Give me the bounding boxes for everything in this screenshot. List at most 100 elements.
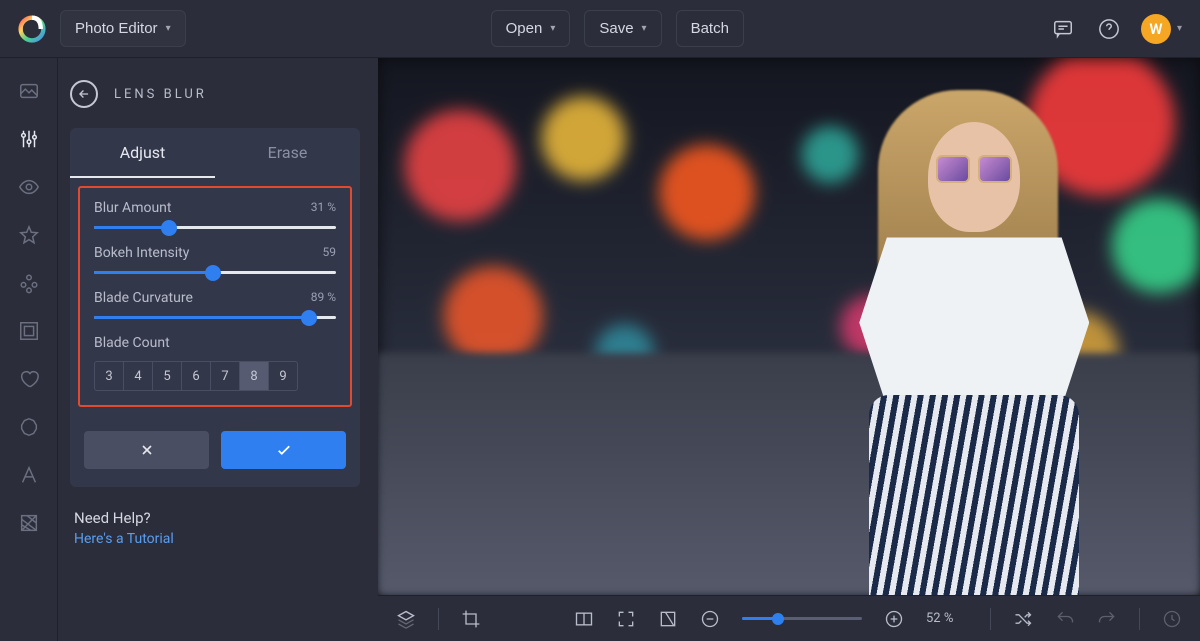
open-dropdown[interactable]: Open ▾ [491, 10, 571, 47]
slider-thumb[interactable] [161, 220, 177, 236]
help-tutorial-link[interactable]: Here's a Tutorial [74, 531, 360, 547]
fit-screen-icon[interactable] [616, 609, 636, 629]
chevron-down-icon: ▾ [642, 23, 647, 34]
bottom-toolbar: 52 % [378, 595, 1200, 641]
gear-icon[interactable] [18, 416, 40, 438]
header-right: W ▾ [1049, 14, 1182, 44]
blade-count-options: 3456789 [94, 361, 336, 391]
zoom-thumb[interactable] [772, 613, 784, 625]
photo-pants [869, 395, 1079, 595]
chevron-down-icon: ▾ [166, 23, 171, 34]
redo-icon[interactable] [1097, 609, 1117, 629]
image-canvas[interactable] [378, 58, 1200, 595]
close-icon [139, 442, 155, 458]
slider-thumb[interactable] [301, 310, 317, 326]
blur-amount-slider[interactable] [94, 226, 336, 229]
lens-blur-card: Adjust Erase Blur Amount 31 % B [70, 128, 360, 487]
actual-size-icon[interactable] [658, 609, 678, 629]
blade-option-6[interactable]: 6 [181, 361, 211, 391]
app-header: Photo Editor ▾ Open ▾ Save ▾ Batch W ▾ [0, 0, 1200, 58]
chat-icon[interactable] [1049, 15, 1077, 43]
adjust-controls-highlight: Blur Amount 31 % Bokeh Intensity 59 [78, 186, 352, 407]
blade-curvature-label: Blade Curvature [94, 290, 193, 306]
blade-option-9[interactable]: 9 [268, 361, 298, 391]
text-icon[interactable] [18, 464, 40, 486]
blade-option-5[interactable]: 5 [152, 361, 182, 391]
shuffle-icon[interactable] [1013, 609, 1033, 629]
help-icon[interactable] [1095, 15, 1123, 43]
undo-icon[interactable] [1055, 609, 1075, 629]
bokeh-intensity-slider[interactable] [94, 271, 336, 274]
batch-label: Batch [691, 20, 729, 37]
texture-icon[interactable] [18, 512, 40, 534]
tab-adjust[interactable]: Adjust [70, 128, 215, 178]
panel-title: LENS BLUR [114, 87, 207, 102]
zoom-value: 52 % [926, 611, 968, 626]
chevron-down-icon[interactable]: ▾ [1177, 23, 1182, 34]
save-dropdown[interactable]: Save ▾ [584, 10, 661, 47]
frame-icon[interactable] [18, 320, 40, 342]
chevron-down-icon: ▾ [550, 23, 555, 34]
layers-icon[interactable] [396, 609, 416, 629]
blade-count-group: Blade Count 3456789 [94, 335, 336, 391]
zoom-out-icon[interactable] [700, 609, 720, 629]
bokeh-intensity-value: 59 [323, 245, 337, 261]
compare-icon[interactable] [574, 609, 594, 629]
divider [1139, 608, 1140, 630]
sliders-icon[interactable] [18, 128, 40, 150]
blade-option-7[interactable]: 7 [210, 361, 240, 391]
slider-fill [94, 271, 213, 274]
canvas-area: 52 % [378, 58, 1200, 641]
slider-fill [94, 316, 309, 319]
tool-rail [0, 58, 58, 641]
slider-thumb[interactable] [205, 265, 221, 281]
blur-amount-label: Blur Amount [94, 200, 172, 216]
batch-button[interactable]: Batch [676, 10, 744, 47]
apply-button[interactable] [221, 431, 346, 469]
panel-header: LENS BLUR [70, 80, 360, 108]
help-title: Need Help? [74, 509, 360, 527]
cancel-button[interactable] [84, 431, 209, 469]
main-area: LENS BLUR Adjust Erase Blur Amount 31 % [0, 58, 1200, 641]
image-icon[interactable] [18, 80, 40, 102]
blade-option-4[interactable]: 4 [123, 361, 153, 391]
blur-amount-row: Blur Amount 31 % [94, 200, 336, 229]
eye-icon[interactable] [18, 176, 40, 198]
blade-option-8[interactable]: 8 [239, 361, 269, 391]
save-label: Save [599, 20, 633, 37]
avatar-initial: W [1149, 20, 1162, 38]
photo-sunglasses [931, 155, 1017, 185]
side-panel: LENS BLUR Adjust Erase Blur Amount 31 % [58, 58, 378, 641]
blade-count-label: Blade Count [94, 335, 336, 351]
app-mode-label: Photo Editor [75, 20, 158, 37]
bokeh-intensity-row: Bokeh Intensity 59 [94, 245, 336, 274]
heart-icon[interactable] [18, 368, 40, 390]
help-section: Need Help? Here's a Tutorial [70, 509, 360, 547]
avatar[interactable]: W [1141, 14, 1171, 44]
slider-fill [94, 226, 169, 229]
app-logo [18, 15, 46, 43]
panel-tabs: Adjust Erase [70, 128, 360, 178]
blade-curvature-row: Blade Curvature 89 % [94, 290, 336, 319]
divider [438, 608, 439, 630]
check-icon [275, 441, 293, 459]
header-center: Open ▾ Save ▾ Batch [186, 10, 1049, 47]
zoom-slider[interactable] [742, 617, 862, 620]
divider [990, 608, 991, 630]
zoom-in-icon[interactable] [884, 609, 904, 629]
back-button[interactable] [70, 80, 98, 108]
shapes-icon[interactable] [18, 272, 40, 294]
tab-erase[interactable]: Erase [215, 128, 360, 178]
blade-option-3[interactable]: 3 [94, 361, 124, 391]
crop-icon[interactable] [461, 609, 481, 629]
blade-curvature-slider[interactable] [94, 316, 336, 319]
open-label: Open [506, 20, 543, 37]
star-icon[interactable] [18, 224, 40, 246]
photo-subject [814, 58, 1134, 595]
action-row [70, 415, 360, 487]
blade-curvature-value: 89 % [311, 290, 336, 306]
blur-amount-value: 31 % [311, 200, 336, 216]
history-icon[interactable] [1162, 609, 1182, 629]
app-mode-dropdown[interactable]: Photo Editor ▾ [60, 10, 186, 47]
bokeh-intensity-label: Bokeh Intensity [94, 245, 189, 261]
